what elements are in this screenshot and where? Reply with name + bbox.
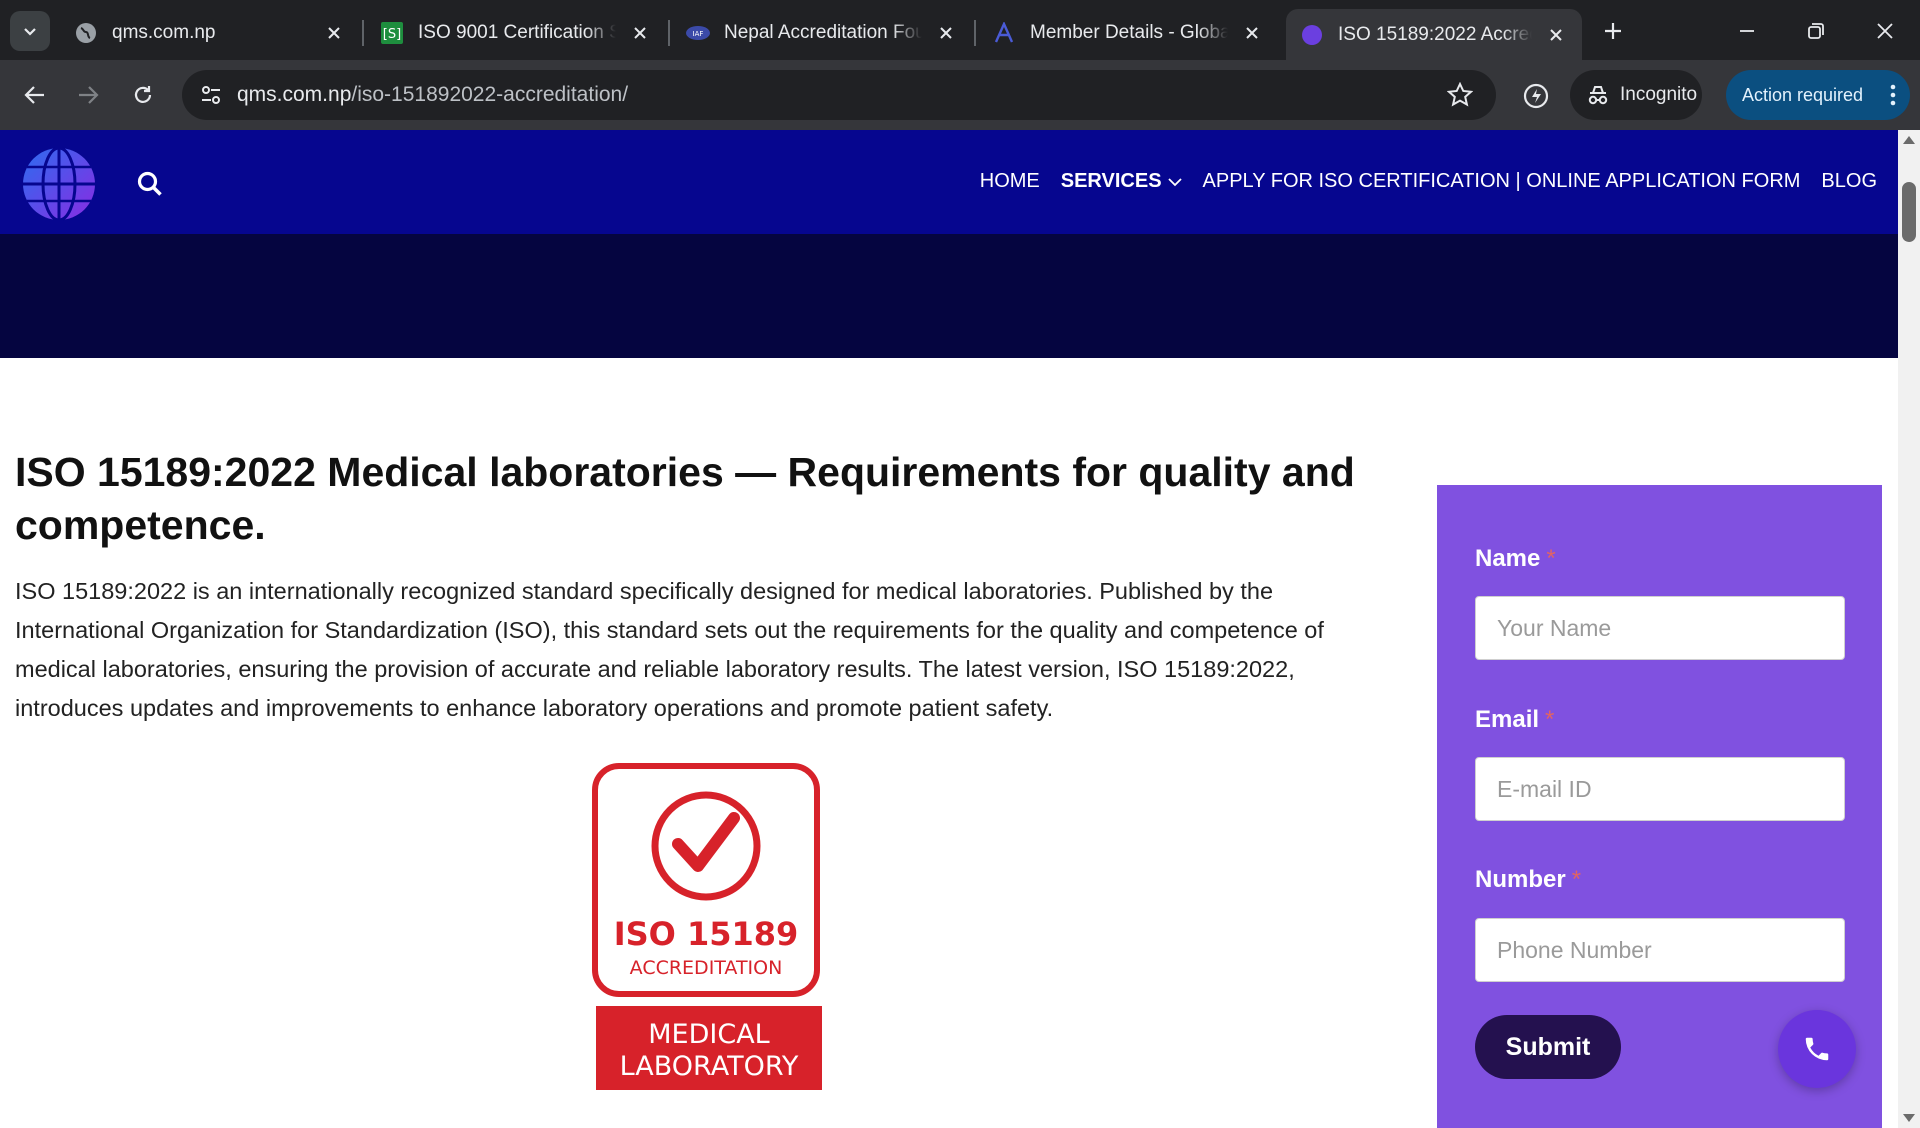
article-intro: ISO 15189:2022 is an internationally rec… [15, 578, 1324, 721]
tab-divider [974, 20, 976, 46]
close-icon[interactable] [628, 21, 652, 45]
phone-icon [1805, 1037, 1829, 1061]
tab-divider [668, 20, 670, 46]
nav-apply[interactable]: APPLY FOR ISO CERTIFICATION | ONLINE APP… [1203, 170, 1801, 193]
iso-15189-accreditation-badge: ISO 15189 ACCREDITATION MEDICAL LABORATO… [592, 763, 822, 1090]
site-header: HOME SERVICES APPLY FOR ISO CERTIFICATIO… [0, 130, 1898, 234]
reload-icon [134, 86, 152, 103]
close-window-button[interactable] [1868, 14, 1902, 48]
browser-tab-strip: qms.com.np [S] ISO 9001 Certification Se… [0, 0, 1920, 60]
url-text: qms.com.np/iso-151892022-accreditation/ [237, 83, 628, 107]
close-icon[interactable] [1544, 23, 1568, 47]
phone-field[interactable] [1475, 918, 1845, 982]
minimize-button[interactable] [1730, 14, 1764, 48]
extension-icon[interactable] [1520, 80, 1552, 112]
tab-divider [362, 20, 364, 46]
browser-toolbar: qms.com.np/iso-151892022-accreditation/ … [0, 60, 1920, 130]
bookmark-star-icon[interactable] [1447, 82, 1473, 108]
page-viewport: HOME SERVICES APPLY FOR ISO CERTIFICATIO… [0, 130, 1898, 1128]
site-logo[interactable] [22, 147, 96, 221]
nav-home[interactable]: HOME [980, 170, 1040, 193]
number-label: Number * [1475, 866, 1581, 894]
incognito-indicator[interactable]: Incognito [1570, 70, 1702, 120]
chevron-down-icon [24, 28, 36, 36]
site-logo-icon [1300, 23, 1324, 47]
badge-line1: ISO 15189 [614, 915, 799, 953]
main-nav: HOME SERVICES APPLY FOR ISO CERTIFICATIO… [959, 170, 1877, 193]
email-label: Email * [1475, 706, 1554, 734]
incognito-icon [1588, 86, 1608, 105]
nav-services[interactable]: SERVICES [1061, 170, 1182, 193]
nav-services-label: SERVICES [1060, 170, 1162, 192]
action-required-label: Action required [1742, 84, 1864, 105]
tab-title: ISO 15189:2022 Accredita [1338, 23, 1532, 45]
email-field[interactable] [1475, 757, 1845, 821]
arrow-left-icon [24, 86, 44, 104]
browser-tab[interactable]: [S] ISO 9001 Certification Se [366, 8, 666, 58]
tab-title: ISO 9001 Certification Se [418, 22, 616, 43]
call-button[interactable] [1778, 1010, 1856, 1088]
search-icon[interactable] [136, 170, 164, 198]
restore-icon [1808, 23, 1824, 39]
page-title: ISO 15189:2022 Medical laboratories — Re… [15, 449, 1355, 548]
number-label-text: Number [1475, 866, 1566, 893]
tab-title: Nepal Accreditation Four [724, 22, 922, 43]
scroll-down-arrow[interactable] [1903, 1114, 1915, 1122]
url-path: /iso-151892022-accreditation/ [351, 83, 629, 106]
close-icon [1877, 23, 1893, 39]
hero-banner [0, 234, 1898, 358]
incognito-label: Incognito [1620, 84, 1698, 105]
back-button[interactable] [18, 78, 52, 112]
iaf-logo-icon: IAF [686, 21, 710, 45]
badge-line2: ACCREDITATION [630, 957, 783, 979]
new-tab-button[interactable] [1598, 16, 1628, 46]
name-field[interactable] [1475, 596, 1845, 660]
action-required-button[interactable]: Action required [1726, 70, 1910, 120]
tab-search-button[interactable] [10, 11, 50, 51]
site-info-icon[interactable] [198, 82, 224, 108]
address-bar[interactable]: qms.com.np/iso-151892022-accreditation/ [182, 70, 1496, 120]
s-logo-icon: [S] [380, 21, 404, 45]
restore-button[interactable] [1799, 14, 1833, 48]
submit-button[interactable]: Submit [1475, 1015, 1621, 1079]
tab-title: qms.com.np [112, 22, 216, 43]
badge-line4: LABORATORY [620, 1051, 799, 1082]
required-mark: * [1545, 706, 1555, 733]
a-logo-icon [992, 21, 1016, 45]
svg-text:[S]: [S] [383, 27, 401, 42]
forward-button[interactable] [71, 78, 105, 112]
browser-tab[interactable]: IAF Nepal Accreditation Four [672, 8, 972, 58]
minimize-icon [1740, 30, 1754, 32]
name-label-text: Name [1475, 545, 1541, 572]
article: ISO 15189:2022 Medical laboratories — Re… [15, 446, 1355, 728]
name-label: Name * [1475, 545, 1556, 573]
globe-icon [74, 21, 98, 45]
svg-text:IAF: IAF [693, 30, 704, 38]
browser-tab[interactable]: Member Details - Global [978, 8, 1278, 58]
email-label-text: Email [1475, 706, 1540, 733]
close-icon[interactable] [1240, 21, 1264, 45]
scroll-thumb[interactable] [1902, 182, 1916, 242]
url-host: qms.com.np [237, 83, 352, 106]
browser-tab[interactable]: qms.com.np [60, 8, 360, 58]
tab-title: Member Details - Global [1030, 22, 1228, 43]
chevron-down-icon [1167, 177, 1182, 186]
close-icon[interactable] [322, 21, 346, 45]
reload-button[interactable] [126, 78, 160, 112]
browser-tab-active[interactable]: ISO 15189:2022 Accredita [1286, 9, 1582, 60]
page-scrollbar[interactable] [1898, 130, 1920, 1128]
close-icon[interactable] [934, 21, 958, 45]
required-mark: * [1546, 545, 1556, 572]
required-mark: * [1571, 866, 1582, 893]
more-vert-icon [1890, 84, 1896, 106]
arrow-right-icon [79, 86, 99, 104]
scroll-up-arrow[interactable] [1903, 136, 1915, 144]
nav-blog[interactable]: BLOG [1821, 170, 1877, 193]
badge-line3: MEDICAL [648, 1019, 769, 1050]
plus-icon [1605, 23, 1621, 39]
